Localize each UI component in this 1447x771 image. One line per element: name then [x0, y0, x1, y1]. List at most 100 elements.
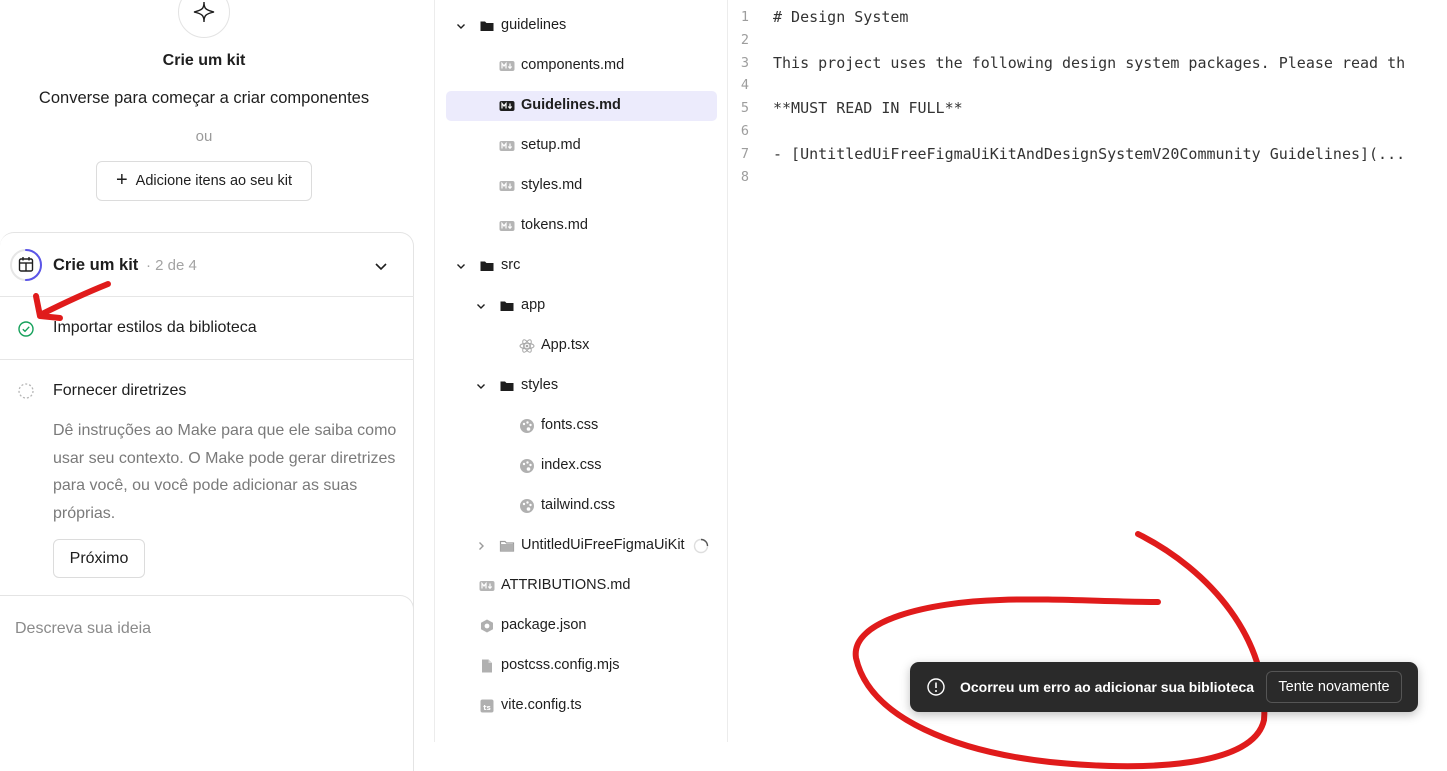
line-number: 6: [740, 123, 749, 139]
progress-ring: [10, 249, 42, 281]
kit-title: Crie um kit: [162, 52, 246, 69]
folder-icon: [499, 298, 515, 314]
step-label: Fornecer diretrizes: [53, 382, 187, 399]
file-tree-item[interactable]: App.tsx: [435, 326, 729, 366]
step-provide-guidelines: Fornecer diretrizes Dê instruções ao Mak…: [0, 360, 414, 610]
chevron-down-icon[interactable]: [455, 20, 467, 32]
file-tree-label: fonts.css: [541, 417, 599, 433]
file-tree-label: styles.md: [521, 177, 583, 193]
file-tree-label: tailwind.css: [541, 497, 616, 513]
red-arrow-annotation: [33, 281, 111, 321]
file-tree-item[interactable]: postcss.config.mjs: [435, 646, 729, 686]
file-tree-label: package.json: [501, 617, 587, 633]
prompt-input[interactable]: Descreva sua ideia: [0, 595, 414, 771]
file-tree-item[interactable]: styles.md: [435, 166, 729, 206]
file-tree-item[interactable]: app: [435, 286, 729, 326]
file-tree-label: vite.config.ts: [501, 697, 582, 713]
line-number: 1: [740, 9, 749, 25]
svg-text:ts: ts: [483, 704, 491, 712]
line-number: 7: [740, 145, 749, 162]
line-number: 4: [740, 77, 749, 94]
file-tree-item[interactable]: index.css: [435, 446, 729, 486]
code-line[interactable]: **MUST READ IN FULL**: [773, 99, 963, 117]
line-number: 3: [740, 54, 749, 71]
file-tree-label: guidelines: [501, 17, 567, 33]
loading-spinner-icon: [693, 538, 709, 554]
palette-icon: [519, 498, 535, 514]
file-tree-item[interactable]: styles: [435, 366, 729, 406]
folder-icon: [479, 18, 495, 34]
file-tree-item[interactable]: Guidelines.md: [446, 91, 717, 121]
file-tree-item[interactable]: fonts.css: [435, 406, 729, 446]
line-number: 5: [740, 100, 749, 117]
plus-icon: +: [115, 169, 128, 191]
chevron-down-icon[interactable]: [455, 260, 467, 272]
package-icon: [479, 618, 495, 634]
next-button[interactable]: Próximo: [53, 539, 145, 578]
code-line[interactable]: # Design System: [773, 8, 908, 26]
file-tree-label: Guidelines.md: [521, 97, 621, 113]
line-number: 2: [740, 31, 749, 48]
line-number: 8: [740, 168, 749, 185]
file-tree-item[interactable]: tailwind.css: [435, 486, 729, 526]
file-tree-label: App.tsx: [541, 337, 590, 353]
typescript-icon: ts: [479, 698, 495, 714]
calendar-icon: [18, 257, 34, 272]
markdown-icon: [499, 98, 515, 114]
markdown-icon: [499, 138, 515, 154]
prompt-placeholder: Descreva sua ideia: [15, 620, 152, 637]
markdown-icon: [479, 578, 495, 594]
chevron-right-icon[interactable]: [475, 540, 487, 552]
file-icon: [479, 658, 495, 674]
add-items-button[interactable]: + Adicione itens ao seu kit: [96, 161, 312, 201]
markdown-icon: [499, 178, 515, 194]
file-tree-item[interactable]: ts vite.config.ts: [435, 686, 729, 726]
file-tree-label: components.md: [521, 57, 625, 73]
kit-subtitle: Converse para começar a criar componente…: [38, 89, 370, 107]
or-separator: ou: [195, 128, 213, 145]
file-tree-item[interactable]: ATTRIBUTIONS.md: [435, 566, 729, 606]
file-tree-label: UntitledUiFreeFigmaUiKit: [521, 537, 685, 553]
file-tree-item[interactable]: components.md: [435, 46, 729, 86]
step-description: Dê instruções ao Make para que ele saiba…: [53, 422, 397, 522]
code-line[interactable]: This project uses the following design s…: [773, 54, 1405, 72]
folder-icon: [479, 258, 495, 274]
markdown-icon: [499, 218, 515, 234]
file-tree-label: tokens.md: [521, 217, 588, 233]
file-tree-item[interactable]: tokens.md: [435, 206, 729, 246]
file-tree: guidelines components.md Guidelines.md setu…: [434, 0, 728, 742]
checklist-title: Crie um kit: [53, 256, 139, 274]
file-tree-item[interactable]: UntitledUiFreeFigmaUiKit: [435, 526, 729, 566]
file-tree-label: styles: [521, 377, 559, 393]
folder-icon: [499, 378, 515, 394]
markdown-icon: [499, 58, 515, 74]
file-tree-item[interactable]: src: [435, 246, 729, 286]
check-circle-icon: [18, 321, 34, 337]
sparkle-icon: [178, 0, 230, 38]
file-tree-label: setup.md: [521, 137, 581, 153]
dashed-circle-icon: [18, 383, 34, 399]
palette-icon: [519, 418, 535, 434]
chevron-down-icon[interactable]: [475, 380, 487, 392]
chevron-down-icon[interactable]: [475, 300, 487, 312]
kit-panel: Crie um kit Converse para começar a cria…: [0, 0, 434, 771]
file-tree-label: index.css: [541, 457, 602, 473]
file-tree-label: postcss.config.mjs: [501, 657, 620, 673]
toast-message: Ocorreu um erro ao adicionar sua bibliot…: [960, 679, 1255, 695]
chevron-down-icon[interactable]: [372, 257, 390, 275]
file-tree-label: app: [521, 297, 546, 313]
folder-icon: [499, 538, 515, 554]
red-circle-annotation: [852, 531, 1268, 770]
info-circle-icon: [927, 678, 945, 696]
file-tree-label: src: [501, 257, 521, 273]
code-line[interactable]: - [UntitledUiFreeFigmaUiKitAndDesignSyst…: [773, 145, 1405, 163]
file-tree-item[interactable]: guidelines: [435, 6, 729, 46]
palette-icon: [519, 458, 535, 474]
retry-button[interactable]: Tente novamente: [1266, 671, 1402, 703]
file-tree-item[interactable]: setup.md: [435, 126, 729, 166]
file-tree-item[interactable]: package.json: [435, 606, 729, 646]
file-tree-label: ATTRIBUTIONS.md: [501, 577, 631, 593]
error-toast: Ocorreu um erro ao adicionar sua bibliot…: [910, 662, 1418, 712]
checklist-count: · 2 de 4: [146, 257, 197, 274]
react-icon: [519, 338, 535, 354]
